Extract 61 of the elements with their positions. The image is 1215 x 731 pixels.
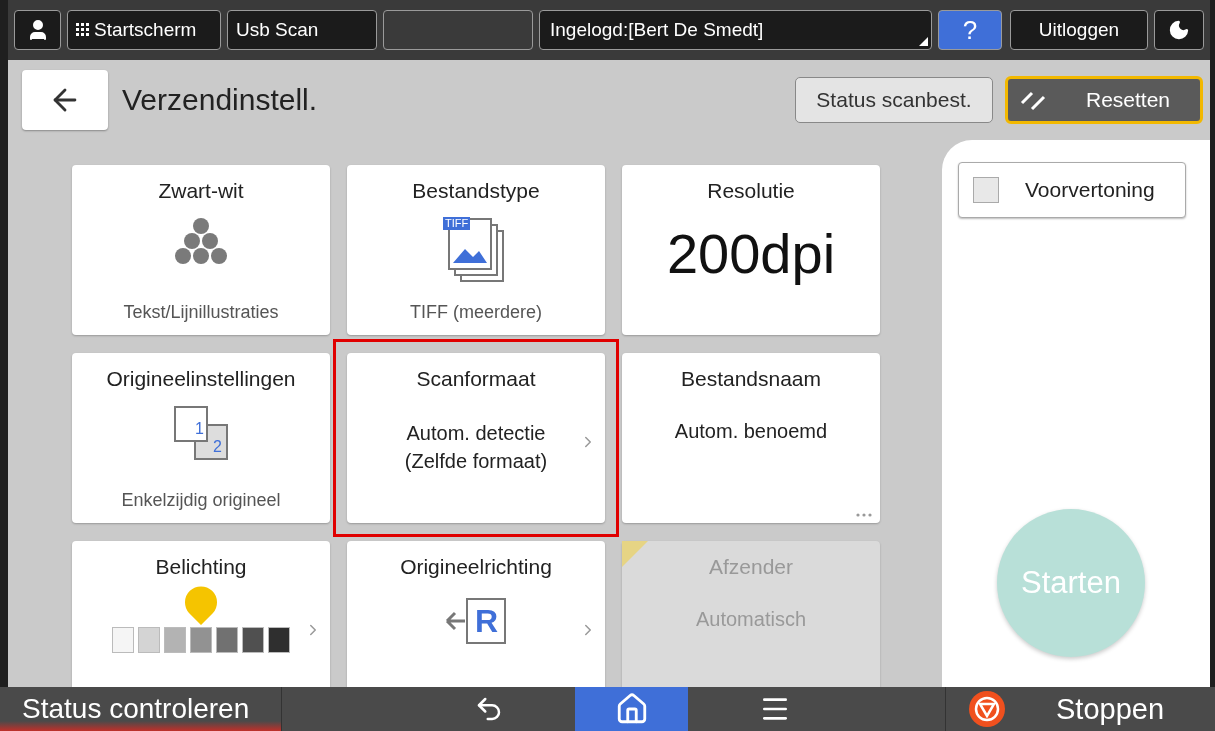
moon-icon [1168, 19, 1190, 41]
home-screen-button[interactable]: Startscherm [67, 10, 221, 50]
app-button[interactable]: Usb Scan [227, 10, 377, 50]
tile-value: Autom. detectie (Zelfde formaat) [404, 421, 548, 474]
tile-title: Resolutie [707, 179, 795, 203]
reset-button[interactable]: Resetten [1005, 76, 1203, 124]
more-icon [856, 513, 872, 517]
page-number: 1 [195, 421, 204, 437]
tile-value: Automatisch [695, 607, 807, 632]
checkbox[interactable] [973, 177, 999, 203]
setting-tile[interactable]: Zwart-wit Tekst/Lijnillustraties [72, 165, 330, 335]
exposure-step [112, 627, 134, 653]
exposure-step [216, 627, 238, 653]
page-number: 2 [213, 439, 222, 455]
stop-icon [968, 690, 1006, 728]
file-type-label: TIFF [443, 217, 471, 230]
stop-button[interactable]: Stoppen [945, 687, 1215, 731]
tile-value: Enkelzijdig origineel [121, 490, 281, 511]
scan-status-button[interactable]: Status scanbest. [795, 77, 993, 123]
tile-title: Origineelinstellingen [106, 367, 296, 391]
tile-value: TIFF (meerdere) [410, 302, 542, 323]
preview-checkbox[interactable]: Voorvertoning [958, 162, 1186, 218]
tile-title: Bestandstype [412, 179, 540, 203]
two-pages-icon [171, 405, 231, 461]
setting-tile[interactable]: Belichting [72, 541, 330, 687]
setting-tile[interactable]: Resolutie 200dpi [622, 165, 880, 335]
login-field[interactable]: Ingelogd:[Bert De Smedt] [539, 10, 932, 50]
setting-tile[interactable]: Bestandsnaam Autom. benoemd [622, 353, 880, 523]
back-button[interactable] [22, 70, 108, 130]
page-title: Verzendinstell. [122, 83, 319, 117]
tile-title: Bestandsnaam [680, 367, 822, 391]
check-status-button[interactable]: Status controleren [0, 687, 282, 731]
exposure-step [138, 627, 160, 653]
tile-value: Autom. benoemd [674, 419, 828, 444]
nav-tab[interactable] [575, 687, 688, 731]
setting-tile[interactable]: Bestandstype TIFF TIFF (meerdere) [347, 165, 605, 335]
help-button[interactable]: ? [938, 10, 1002, 50]
setting-tile[interactable]: Origineelrichting R [347, 541, 605, 687]
exposure-step [242, 627, 264, 653]
tile-value: Tekst/Lijnillustraties [123, 302, 279, 323]
tile-title: Afzender [708, 555, 794, 579]
exposure-slider[interactable] [112, 585, 290, 653]
logout-button[interactable]: Uitloggen [1010, 10, 1148, 50]
tile-title: Zwart-wit [158, 179, 244, 203]
exposure-step [164, 627, 186, 653]
tile-title: Origineelrichting [400, 555, 552, 579]
setting-tile[interactable]: Origineelinstellingen 1 2 Enkelzijdig origineel [72, 353, 330, 523]
empty-button[interactable] [383, 10, 533, 50]
tile-title: Scanformaat [416, 367, 536, 391]
corner-flag [622, 541, 648, 567]
night-mode-button[interactable] [1154, 10, 1204, 50]
exposure-step [190, 627, 212, 653]
resolution-value: 200dpi [666, 221, 836, 286]
slider-thumb[interactable] [183, 585, 219, 625]
reset-icon [1020, 89, 1046, 111]
exposure-step [268, 627, 290, 653]
grid-icon [76, 23, 90, 37]
user-button[interactable] [14, 10, 61, 50]
tile-title: Belichting [155, 555, 247, 579]
setting-tile[interactable]: Scanformaat Autom. detectie (Zelfde formaat) [347, 353, 605, 523]
orientation-letter: R [475, 605, 499, 637]
